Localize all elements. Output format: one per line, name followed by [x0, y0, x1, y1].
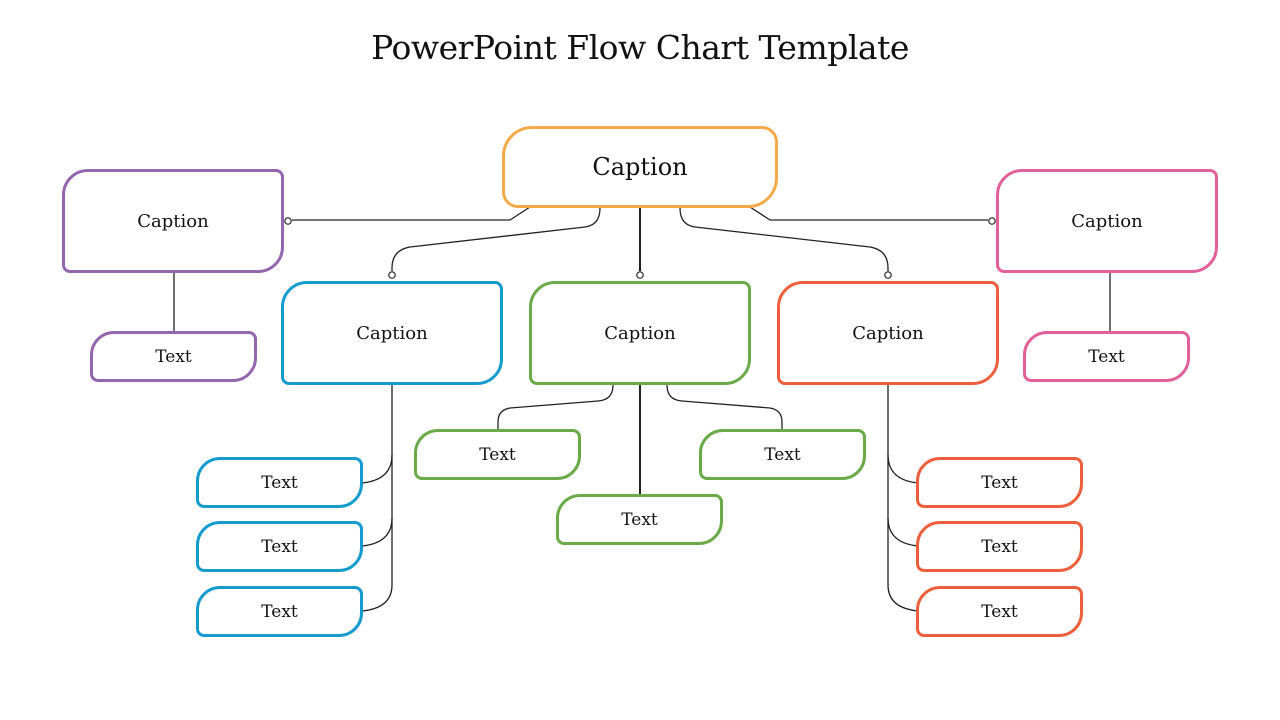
blue-caption-box[interactable]: Caption: [281, 281, 503, 385]
connector-orange-1: [887, 454, 919, 484]
green-text-box-2[interactable]: Text: [556, 494, 723, 545]
connector-orange-trunk: [887, 385, 919, 612]
orange-text-label: Text: [981, 601, 1018, 622]
orange-caption-label: Caption: [852, 322, 924, 344]
connector-blue-2: [361, 517, 393, 547]
green-text-box-1[interactable]: Text: [414, 429, 581, 480]
connector-root-pink: [749, 206, 988, 221]
connector-root-blue: [391, 207, 601, 271]
pink-text-box[interactable]: Text: [1023, 331, 1190, 382]
blue-caption-label: Caption: [356, 322, 428, 344]
purple-caption-label: Caption: [137, 210, 209, 232]
blue-text-box-2[interactable]: Text: [196, 521, 363, 572]
orange-text-box-1[interactable]: Text: [916, 457, 1083, 508]
connector-green-right: [666, 384, 783, 430]
green-caption-label: Caption: [604, 322, 676, 344]
green-text-label: Text: [764, 444, 801, 465]
connector-root-purple: [292, 206, 531, 221]
connector-root-orange: [679, 207, 889, 271]
connector-green-left: [497, 384, 614, 430]
orange-text-label: Text: [981, 472, 1018, 493]
green-text-label: Text: [621, 509, 658, 530]
root-caption-label: Caption: [592, 153, 688, 181]
pink-caption-label: Caption: [1071, 210, 1143, 232]
green-text-box-3[interactable]: Text: [699, 429, 866, 480]
blue-text-box-3[interactable]: Text: [196, 586, 363, 637]
connector-dot: [284, 217, 292, 225]
blue-text-label: Text: [261, 601, 298, 622]
connector-blue-1: [361, 454, 393, 484]
orange-text-box-3[interactable]: Text: [916, 586, 1083, 637]
connector-orange-2: [887, 517, 919, 547]
connector-dot: [636, 271, 644, 279]
connector-blue-trunk: [361, 385, 393, 612]
pink-caption-box[interactable]: Caption: [996, 169, 1218, 273]
orange-text-box-2[interactable]: Text: [916, 521, 1083, 572]
purple-text-box[interactable]: Text: [90, 331, 257, 382]
blue-text-label: Text: [261, 472, 298, 493]
orange-caption-box[interactable]: Caption: [777, 281, 999, 385]
pink-text-label: Text: [1088, 346, 1125, 367]
blue-text-box-1[interactable]: Text: [196, 457, 363, 508]
connector-dot: [388, 271, 396, 279]
purple-caption-box[interactable]: Caption: [62, 169, 284, 273]
orange-text-label: Text: [981, 536, 1018, 557]
green-caption-box[interactable]: Caption: [529, 281, 751, 385]
green-text-label: Text: [479, 444, 516, 465]
blue-text-label: Text: [261, 536, 298, 557]
root-caption-box[interactable]: Caption: [502, 126, 778, 208]
purple-text-label: Text: [155, 346, 192, 367]
connector-dot: [988, 217, 996, 225]
connector-dot: [884, 271, 892, 279]
